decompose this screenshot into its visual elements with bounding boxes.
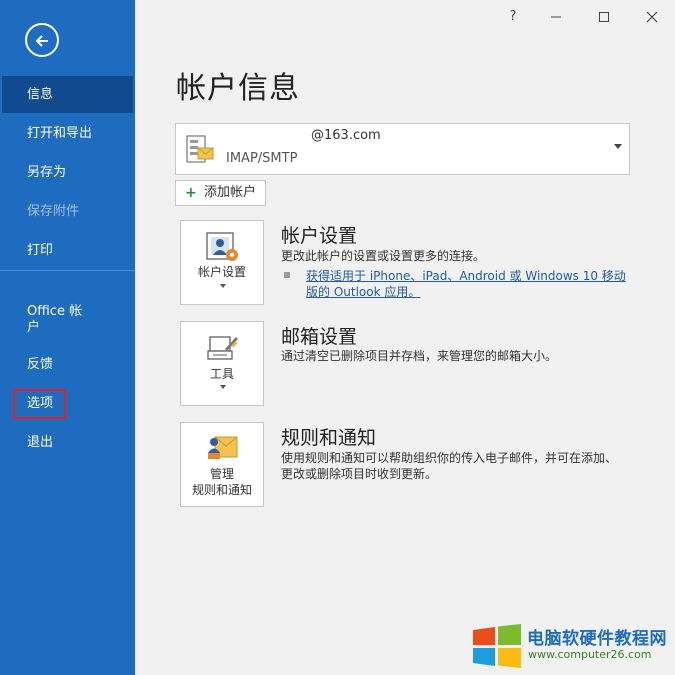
tools-button[interactable]: 工具: [180, 321, 264, 406]
mail-account-icon: [186, 135, 214, 163]
mailbox-settings-description: 通过清空已删除项目并存档，来管理您的邮箱大小。: [281, 349, 558, 363]
maximize-icon: [599, 12, 609, 22]
plus-icon: +: [185, 185, 197, 201]
rules-alerts-description: 使用规则和通知可以帮助组织你的传入电子邮件，并可在添加、更改或删除项目时收到更新…: [281, 451, 618, 481]
nav-item-feedback[interactable]: 反馈: [0, 346, 135, 383]
windows-logo-icon: [473, 624, 521, 668]
account-settings-button[interactable]: 帐户设置: [180, 220, 264, 305]
backstage-sidebar: 信息 打开和导出 另存为 保存附件 打印 Office 帐户 反馈 选项 退出: [0, 0, 135, 675]
outlook-mobile-link[interactable]: 获得适用于 iPhone、iPad、Android 或 Windows 10 移…: [306, 268, 636, 300]
back-button[interactable]: [25, 23, 59, 57]
tools-icon: [207, 336, 238, 360]
account-settings-description: 更改此帐户的设置或设置更多的连接。: [281, 249, 486, 263]
watermark-url: www.computer26.com: [528, 648, 652, 661]
nav-item-save-as[interactable]: 另存为: [0, 154, 135, 191]
nav-item-save-attachments[interactable]: 保存附件: [0, 193, 135, 230]
minimize-icon: [551, 16, 561, 18]
chevron-down-icon: [220, 385, 226, 389]
minimize-button[interactable]: [545, 6, 567, 28]
maximize-button[interactable]: [593, 6, 615, 28]
account-selector[interactable]: @163.com IMAP/SMTP: [175, 123, 630, 175]
nav-item-print[interactable]: 打印: [0, 232, 135, 269]
add-account-button[interactable]: + 添加帐户: [175, 180, 266, 206]
watermark: 电脑软硬件教程网 www.computer26.com: [465, 620, 675, 670]
nav-item-open-export[interactable]: 打开和导出: [0, 115, 135, 152]
help-button[interactable]: ?: [502, 6, 524, 28]
chevron-down-icon: [220, 284, 226, 288]
rules-alerts-title: 规则和通知: [281, 427, 377, 449]
account-email: @163.com: [311, 128, 381, 143]
rules-alerts-icon: [208, 436, 238, 459]
close-button[interactable]: [641, 6, 663, 28]
back-arrow-icon: [35, 35, 48, 47]
tools-tile-label: 工具: [209, 367, 234, 381]
options-highlight-box: [13, 389, 66, 419]
nav-item-office-account[interactable]: Office 帐户: [0, 300, 95, 340]
page-title: 帐户信息: [176, 71, 300, 106]
nav-item-info[interactable]: 信息: [2, 76, 133, 113]
nav-divider: [0, 270, 135, 271]
add-account-label: 添加帐户: [204, 185, 257, 200]
account-settings-icon: [206, 232, 238, 261]
rules-alerts-tile-label: 规则和通知: [191, 483, 252, 497]
mailbox-settings-title: 邮箱设置: [281, 326, 358, 348]
nav-item-exit[interactable]: 退出: [0, 424, 135, 461]
close-icon: [646, 11, 658, 23]
bullet-icon: [284, 272, 290, 278]
manage-tile-label: 管理: [209, 467, 234, 481]
account-settings-tile-label: 帐户设置: [197, 265, 246, 279]
chevron-down-icon: [614, 144, 622, 149]
account-type: IMAP/SMTP: [226, 151, 298, 166]
watermark-title: 电脑软硬件教程网: [527, 629, 667, 649]
manage-rules-button[interactable]: 管理 规则和通知: [180, 422, 264, 507]
account-settings-title: 帐户设置: [281, 225, 358, 247]
